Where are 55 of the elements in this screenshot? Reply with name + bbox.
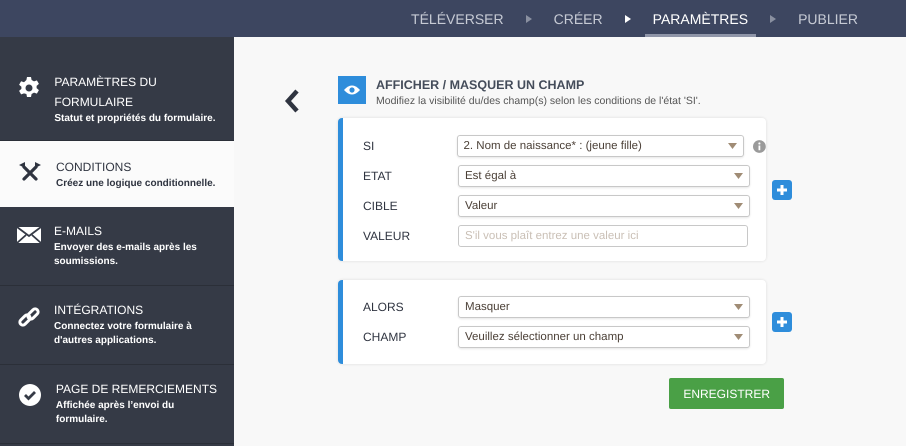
- dropdown-value: 2. Nom de naissance* : (jeune fille): [464, 140, 642, 152]
- step-tab[interactable]: PUBLIER: [790, 0, 866, 37]
- gear-icon: [17, 76, 42, 100]
- caret-icon: [734, 173, 743, 179]
- sidebar-item-title: E-MAILS: [54, 223, 104, 240]
- envelope-icon: [16, 225, 42, 245]
- sidebar-item[interactable]: E-MAILS Envoyer des e-mails après les soumissions.: [0, 207, 234, 286]
- sidebar-item[interactable]: INTÉGRATIONS Connectez votre formulaire à d'autres applications.: [0, 286, 234, 365]
- sidebar-item-subtitle: Connectez votre formulaire à d'autres applications.: [54, 320, 193, 348]
- caret-icon: [734, 304, 743, 310]
- dropdown[interactable]: 2. Nom de naissance* : (jeune fille): [456, 135, 744, 157]
- sidebar-item-subtitle: Créez une logique conditionnelle.: [56, 177, 216, 191]
- dropdown[interactable]: Est égal à: [458, 165, 750, 187]
- caret-icon: [728, 143, 738, 149]
- dropdown[interactable]: Masquer: [458, 296, 750, 318]
- sidebar-item-title: CONDITIONS: [56, 159, 132, 176]
- dropdown-value: Est égal à: [465, 170, 516, 182]
- dropdown[interactable]: Valeur: [458, 195, 750, 217]
- sidebar-item-title: PARAMÈTRES DU FORMULAIRE: [54, 74, 158, 111]
- section-title: AFFICHER / MASQUER UN CHAMP: [376, 78, 586, 92]
- field-label: CHAMP: [362, 330, 408, 344]
- plus-icon: [776, 184, 788, 196]
- caret-icon: [734, 203, 743, 209]
- sidebar-item-subtitle: Statut et propriétés du formulaire.: [54, 112, 216, 126]
- step-tab[interactable]: PARAMÈTRES: [644, 0, 756, 37]
- add-button[interactable]: [772, 180, 792, 200]
- field-label: ETAT: [362, 169, 393, 183]
- eye-icon: [338, 76, 366, 104]
- input-field[interactable]: S'il vous plaît entrez une valeur ici: [458, 225, 748, 247]
- sidebar-item-subtitle: Affichée après l’envoi du formulaire.: [56, 399, 176, 427]
- sidebar-item[interactable]: CONDITIONS Créez une logique conditionnelle.: [0, 141, 234, 207]
- sidebar-item[interactable]: PAGE DE REMERCIEMENTS Affichée après l’envoi du formulaire.: [0, 365, 234, 444]
- sidebar-item-title: PAGE DE REMERCIEMENTS: [56, 381, 218, 398]
- dropdown-value: Masquer: [465, 301, 510, 313]
- sidebar-item-title: INTÉGRATIONS: [54, 302, 144, 319]
- caret-icon: [734, 334, 743, 340]
- chevron-icon: [526, 14, 532, 22]
- back-chevron-icon[interactable]: [284, 89, 300, 113]
- field-label: SI: [362, 139, 376, 153]
- dropdown-value: Valeur: [465, 200, 498, 212]
- section-description: Modifiez la visibilité du/des champ(s) selon les conditions de l'état 'SI'.: [376, 95, 701, 107]
- field-label: CIBLE: [362, 199, 399, 213]
- chevron-icon: [770, 14, 776, 22]
- step-tab[interactable]: TÉLÉVERSER: [403, 0, 512, 37]
- chevron-icon: [624, 14, 631, 22]
- check-circle-icon: [18, 383, 42, 407]
- add-button[interactable]: [772, 312, 792, 332]
- info-icon[interactable]: [753, 140, 766, 152]
- sidebar-item-subtitle: Envoyer des e-mails après les soumissions.: [54, 241, 198, 269]
- field-label: VALEUR: [362, 229, 412, 243]
- plus-icon: [776, 316, 788, 328]
- dropdown-value: Veuillez sélectionner un champ: [465, 331, 624, 343]
- field-label: ALORS: [362, 300, 405, 314]
- dropdown[interactable]: Veuillez sélectionner un champ: [458, 326, 750, 348]
- step-tab[interactable]: CRÉER: [546, 0, 611, 37]
